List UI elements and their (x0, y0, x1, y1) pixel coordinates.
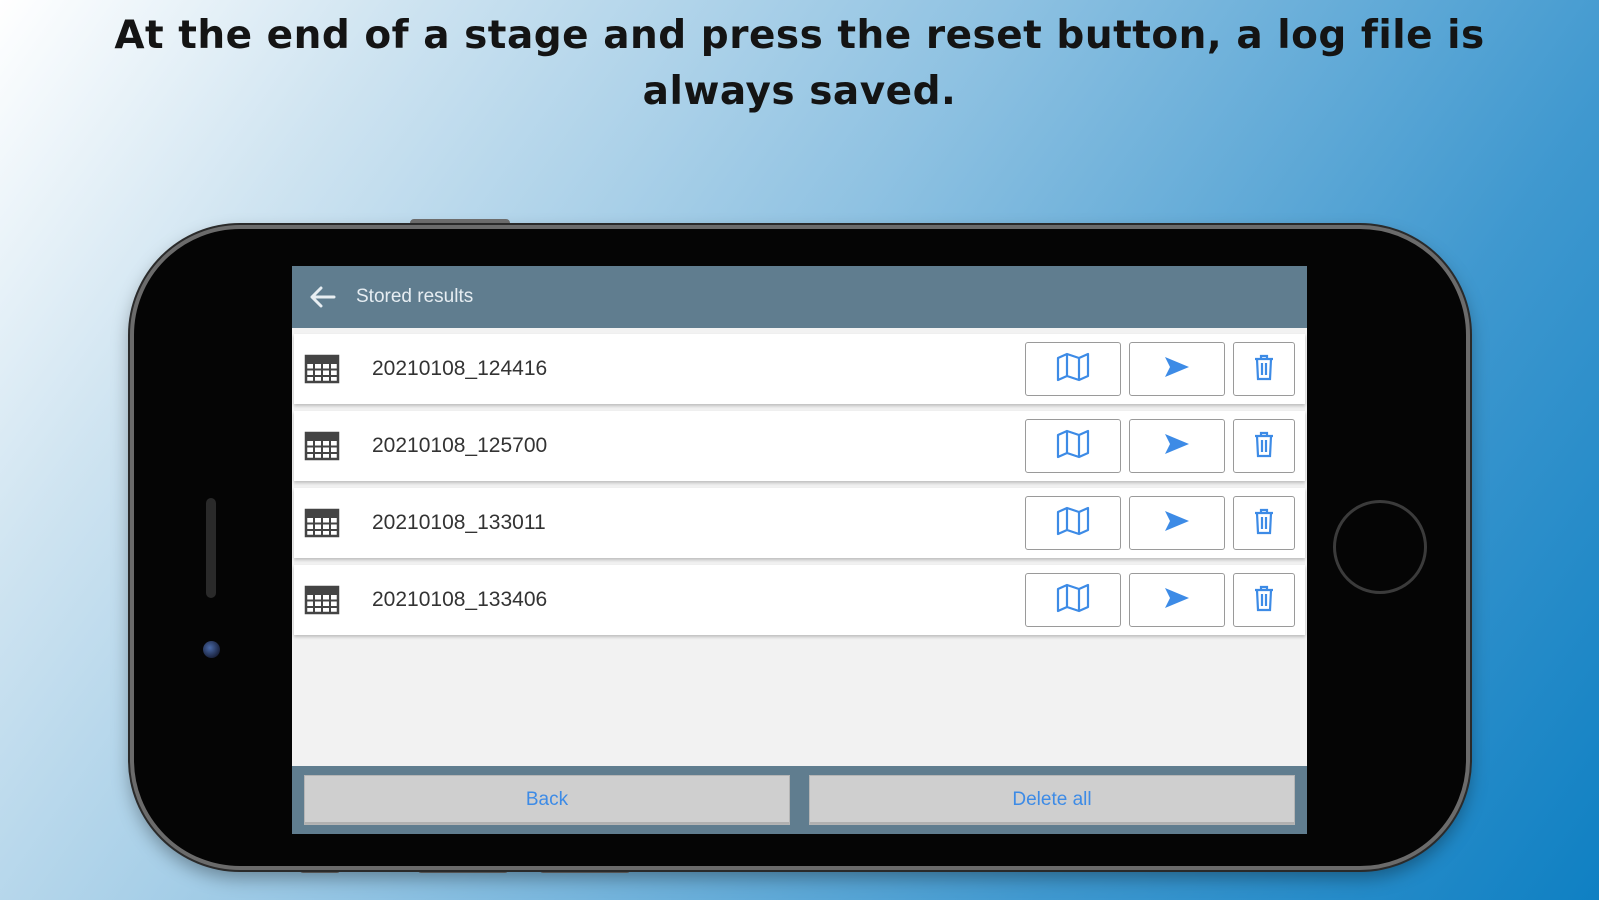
trash-icon (1253, 430, 1275, 463)
trash-icon (1253, 353, 1275, 386)
result-row[interactable]: 20210108_133406 (294, 565, 1305, 635)
trash-icon (1253, 584, 1275, 617)
trash-icon (1253, 507, 1275, 540)
send-icon (1163, 509, 1191, 538)
phone-speaker (206, 498, 216, 598)
table-grid-icon (304, 507, 342, 539)
delete-button[interactable] (1233, 496, 1295, 550)
app-bar: Stored results (292, 266, 1307, 328)
app-screen: Stored results 20210108_124416 20210108_… (292, 266, 1307, 834)
map-icon (1055, 429, 1091, 464)
map-button[interactable] (1025, 419, 1121, 473)
table-grid-icon (304, 584, 342, 616)
result-name: 20210108_124416 (372, 357, 548, 380)
result-name: 20210108_133406 (372, 588, 548, 611)
arrow-left-icon[interactable] (308, 282, 338, 312)
delete-all-button[interactable]: Delete all (809, 775, 1295, 825)
delete-button[interactable] (1233, 573, 1295, 627)
send-button[interactable] (1129, 496, 1225, 550)
result-row[interactable]: 20210108_124416 (294, 334, 1305, 404)
map-icon (1055, 352, 1091, 387)
map-icon (1055, 583, 1091, 618)
back-button[interactable]: Back (304, 775, 790, 825)
send-button[interactable] (1129, 573, 1225, 627)
send-button[interactable] (1129, 419, 1225, 473)
map-button[interactable] (1025, 342, 1121, 396)
result-name: 20210108_133011 (372, 511, 546, 534)
result-row[interactable]: 20210108_133011 (294, 488, 1305, 558)
headline: At the end of a stage and press the rese… (114, 13, 1485, 114)
table-grid-icon (304, 353, 342, 385)
delete-button[interactable] (1233, 419, 1295, 473)
phone-camera (203, 641, 220, 658)
bottom-bar: Back Delete all (292, 766, 1307, 834)
result-name: 20210108_125700 (372, 434, 548, 457)
send-button[interactable] (1129, 342, 1225, 396)
home-button[interactable] (1333, 500, 1427, 594)
delete-button[interactable] (1233, 342, 1295, 396)
table-grid-icon (304, 430, 342, 462)
result-row[interactable]: 20210108_125700 (294, 411, 1305, 481)
map-icon (1055, 506, 1091, 541)
page-title: Stored results (356, 286, 474, 307)
send-icon (1163, 355, 1191, 384)
results-list: 20210108_124416 20210108_125700 20210108… (292, 328, 1307, 635)
map-button[interactable] (1025, 496, 1121, 550)
send-icon (1163, 432, 1191, 461)
map-button[interactable] (1025, 573, 1121, 627)
send-icon (1163, 586, 1191, 615)
